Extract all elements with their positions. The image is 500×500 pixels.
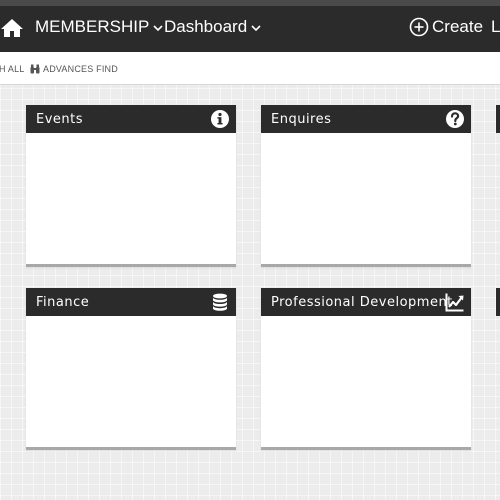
info-icon[interactable] xyxy=(210,109,230,129)
advanced-find-link[interactable]: ADVANCES FIND xyxy=(30,64,118,74)
events-card-header: Events xyxy=(26,105,236,133)
events-card-title: Events xyxy=(36,112,84,127)
search-all-link[interactable]: H ALL xyxy=(0,64,25,74)
advanced-find-label: ADVANCES FIND xyxy=(43,64,118,74)
dashboard-menu-label: Dashboard xyxy=(164,17,248,36)
search-toolbar: H ALL ADVANCES FIND xyxy=(0,52,500,85)
plus-circle-icon xyxy=(409,17,429,37)
enquires-card-title: Enquires xyxy=(271,112,332,127)
cut-off-card-header xyxy=(496,288,500,316)
professional-development-card-header: Professional Development xyxy=(261,288,471,316)
search-all-label: H ALL xyxy=(0,64,25,74)
finance-card-header: Finance xyxy=(26,288,236,316)
database-icon[interactable] xyxy=(210,292,230,312)
binoculars-icon xyxy=(30,64,40,74)
enquires-card-header: Enquires xyxy=(261,105,471,133)
dashboard-menu[interactable]: Dashboard xyxy=(164,17,261,37)
professional-development-card: Professional Development xyxy=(261,288,471,450)
enquires-card: Enquires xyxy=(261,105,471,267)
membership-menu[interactable]: MEMBERSHIP xyxy=(35,17,163,37)
professional-development-card-title: Professional Development xyxy=(271,295,453,310)
create-label: Create xyxy=(432,17,484,36)
nav-item-cut-off[interactable]: L xyxy=(491,17,500,37)
question-icon[interactable] xyxy=(445,109,465,129)
chevron-down-icon xyxy=(251,25,261,32)
chevron-down-icon xyxy=(153,25,163,32)
top-navbar: MEMBERSHIP Dashboard Create L xyxy=(0,6,500,52)
finance-card: Finance xyxy=(26,288,236,450)
cut-off-card-header xyxy=(496,105,500,133)
events-card: Events xyxy=(26,105,236,267)
finance-card-title: Finance xyxy=(36,295,90,310)
line-chart-icon[interactable] xyxy=(445,292,465,312)
home-icon[interactable] xyxy=(0,16,24,40)
membership-menu-label: MEMBERSHIP xyxy=(35,17,150,36)
create-button[interactable]: Create xyxy=(409,17,483,37)
